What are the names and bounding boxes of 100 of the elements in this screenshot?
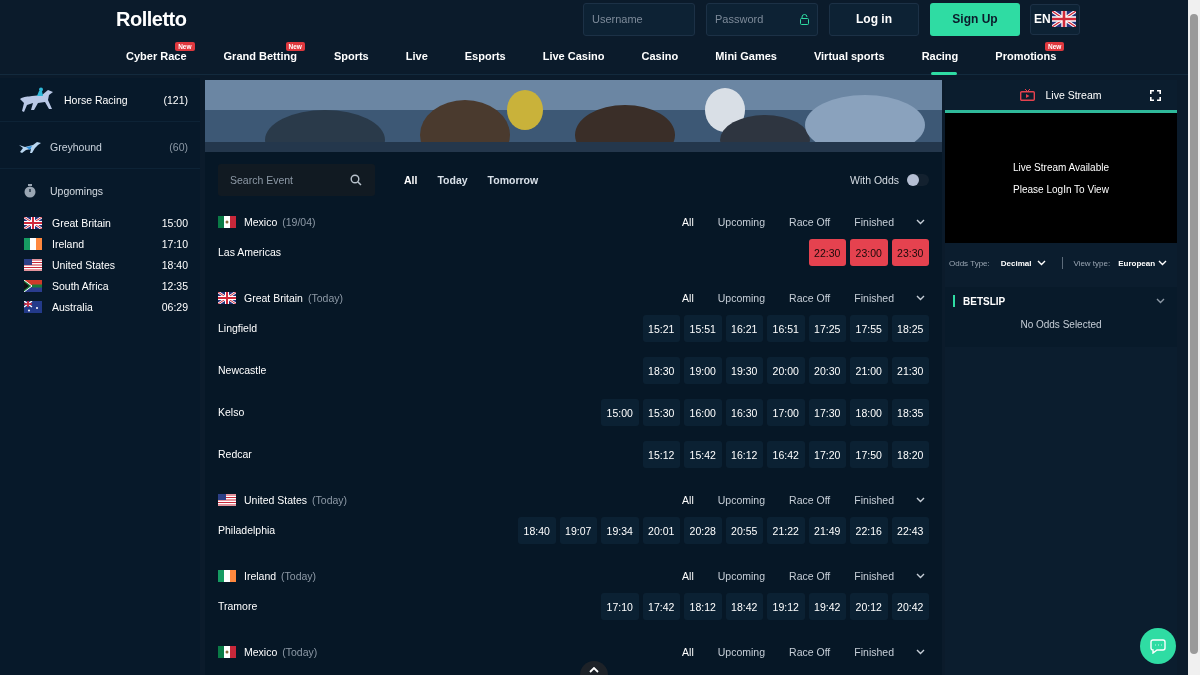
race-time-button[interactable]: 19:07 bbox=[559, 517, 597, 544]
with-odds-toggle[interactable] bbox=[907, 173, 929, 186]
nav-tab[interactable]: Live Casino bbox=[542, 37, 613, 75]
race-time-button[interactable]: 15:12 bbox=[642, 441, 680, 468]
fullscreen-icon[interactable] bbox=[1150, 90, 1161, 101]
race-time-button[interactable]: 19:30 bbox=[725, 357, 763, 384]
view-type-dropdown[interactable]: View type: European bbox=[1073, 258, 1168, 268]
status-tab[interactable]: All bbox=[682, 290, 694, 306]
race-time-button[interactable]: 21:49 bbox=[808, 517, 846, 544]
scrollbar[interactable] bbox=[1188, 0, 1200, 675]
race-time-button[interactable]: 21:30 bbox=[891, 357, 929, 384]
race-time-button[interactable]: 19:42 bbox=[808, 593, 846, 620]
nav-tab[interactable]: Mini Games bbox=[715, 37, 785, 75]
race-time-button[interactable]: 15:51 bbox=[684, 315, 722, 342]
status-tab[interactable]: Finished bbox=[854, 214, 894, 230]
race-time-button[interactable]: 16:12 bbox=[725, 441, 763, 468]
status-tab[interactable]: Finished bbox=[854, 644, 894, 660]
status-tab[interactable]: Finished bbox=[854, 568, 894, 584]
nav-tab[interactable]: Esports bbox=[464, 37, 514, 75]
nav-tab[interactable]: Casino bbox=[641, 37, 687, 75]
race-time-button[interactable]: 20:12 bbox=[850, 593, 888, 620]
status-tab[interactable]: Race Off bbox=[789, 644, 831, 660]
race-time-button[interactable]: 20:00 bbox=[767, 357, 805, 384]
nav-tab[interactable]: Live bbox=[405, 37, 436, 75]
status-tab[interactable]: Race Off bbox=[789, 492, 831, 508]
race-time-button[interactable]: 18:42 bbox=[725, 593, 763, 620]
race-time-button[interactable]: 18:40 bbox=[518, 517, 556, 544]
country-item[interactable]: Great Britain 15:00 bbox=[0, 212, 200, 233]
day-filter-tab[interactable]: Tomorrow bbox=[484, 169, 542, 190]
status-tab[interactable]: Upcoming bbox=[717, 568, 766, 584]
nav-tab[interactable]: Sports bbox=[333, 37, 377, 75]
status-tab[interactable]: All bbox=[682, 214, 694, 230]
race-time-button[interactable]: 22:30 bbox=[808, 239, 846, 266]
search-field[interactable]: Search Event bbox=[218, 163, 375, 196]
race-time-button[interactable]: 17:20 bbox=[808, 441, 846, 468]
race-time-button[interactable]: 19:12 bbox=[767, 593, 805, 620]
race-time-button[interactable]: 17:50 bbox=[850, 441, 888, 468]
status-tab[interactable]: Finished bbox=[854, 492, 894, 508]
password-field[interactable]: Password bbox=[706, 2, 818, 36]
race-time-button[interactable]: 20:55 bbox=[725, 517, 763, 544]
language-selector[interactable]: EN bbox=[1030, 3, 1080, 35]
logo[interactable]: Rolletto bbox=[116, 7, 187, 31]
race-time-button[interactable]: 16:00 bbox=[684, 399, 722, 426]
race-time-button[interactable]: 17:10 bbox=[601, 593, 639, 620]
race-time-button[interactable]: 20:30 bbox=[808, 357, 846, 384]
nav-tab[interactable]: Virtual sports bbox=[813, 37, 893, 75]
race-time-button[interactable]: 21:22 bbox=[767, 517, 805, 544]
race-time-button[interactable]: 17:30 bbox=[808, 399, 846, 426]
status-tab[interactable]: All bbox=[682, 644, 694, 660]
status-tab[interactable]: Finished bbox=[854, 290, 894, 306]
race-time-button[interactable]: 18:00 bbox=[850, 399, 888, 426]
country-item[interactable]: Ireland 17:10 bbox=[0, 233, 200, 254]
sport-item[interactable]: Horse Racing (121) bbox=[0, 78, 200, 122]
race-time-button[interactable]: 20:42 bbox=[891, 593, 929, 620]
race-time-button[interactable]: 16:42 bbox=[767, 441, 805, 468]
race-time-button[interactable]: 18:20 bbox=[891, 441, 929, 468]
race-time-button[interactable]: 20:01 bbox=[642, 517, 680, 544]
race-time-button[interactable]: 15:42 bbox=[684, 441, 722, 468]
status-tab[interactable]: Race Off bbox=[789, 568, 831, 584]
day-filter-tab[interactable]: Today bbox=[434, 169, 471, 190]
race-time-button[interactable]: 15:00 bbox=[601, 399, 639, 426]
country-item[interactable]: South Africa 12:35 bbox=[0, 275, 200, 296]
country-item[interactable]: Australia 06:29 bbox=[0, 296, 200, 317]
race-time-button[interactable]: 18:25 bbox=[891, 315, 929, 342]
race-time-button[interactable]: 19:34 bbox=[601, 517, 639, 544]
odds-type-dropdown[interactable]: Odds Type: Decimal bbox=[949, 258, 1047, 268]
status-tab[interactable]: Upcoming bbox=[717, 290, 766, 306]
race-time-button[interactable]: 17:25 bbox=[808, 315, 846, 342]
race-time-button[interactable]: 23:00 bbox=[850, 239, 888, 266]
status-tab[interactable]: Race Off bbox=[789, 290, 831, 306]
race-time-button[interactable]: 15:21 bbox=[642, 315, 680, 342]
signup-button[interactable]: Sign Up bbox=[930, 2, 1020, 36]
race-time-button[interactable]: 20:28 bbox=[684, 517, 722, 544]
status-tab[interactable]: All bbox=[682, 568, 694, 584]
race-time-button[interactable]: 17:55 bbox=[850, 315, 888, 342]
race-time-button[interactable]: 19:00 bbox=[684, 357, 722, 384]
status-tab[interactable]: All bbox=[682, 492, 694, 508]
race-time-button[interactable]: 16:21 bbox=[725, 315, 763, 342]
race-time-button[interactable]: 17:42 bbox=[642, 593, 680, 620]
race-time-button[interactable]: 15:30 bbox=[642, 399, 680, 426]
status-tab[interactable]: Upcoming bbox=[717, 492, 766, 508]
race-time-button[interactable]: 23:30 bbox=[891, 239, 929, 266]
login-button[interactable]: Log in bbox=[829, 2, 919, 36]
race-time-button[interactable]: 22:43 bbox=[891, 517, 929, 544]
race-time-button[interactable]: 22:16 bbox=[850, 517, 888, 544]
sport-item[interactable]: Greyhound (60) bbox=[0, 125, 200, 169]
race-time-button[interactable]: 21:00 bbox=[850, 357, 888, 384]
status-tab[interactable]: Upcoming bbox=[717, 214, 766, 230]
country-item[interactable]: United States 18:40 bbox=[0, 254, 200, 275]
race-time-button[interactable]: 18:30 bbox=[642, 357, 680, 384]
day-filter-tab[interactable]: All bbox=[401, 169, 421, 190]
nav-tab[interactable]: Racing bbox=[921, 37, 967, 75]
status-tab[interactable]: Race Off bbox=[789, 214, 831, 230]
username-field[interactable]: Username bbox=[583, 2, 695, 36]
status-tab[interactable]: Upcoming bbox=[717, 644, 766, 660]
race-time-button[interactable]: 17:00 bbox=[767, 399, 805, 426]
race-time-button[interactable]: 18:35 bbox=[891, 399, 929, 426]
race-time-button[interactable]: 16:51 bbox=[767, 315, 805, 342]
race-time-button[interactable]: 16:30 bbox=[725, 399, 763, 426]
race-time-button[interactable]: 18:12 bbox=[684, 593, 722, 620]
